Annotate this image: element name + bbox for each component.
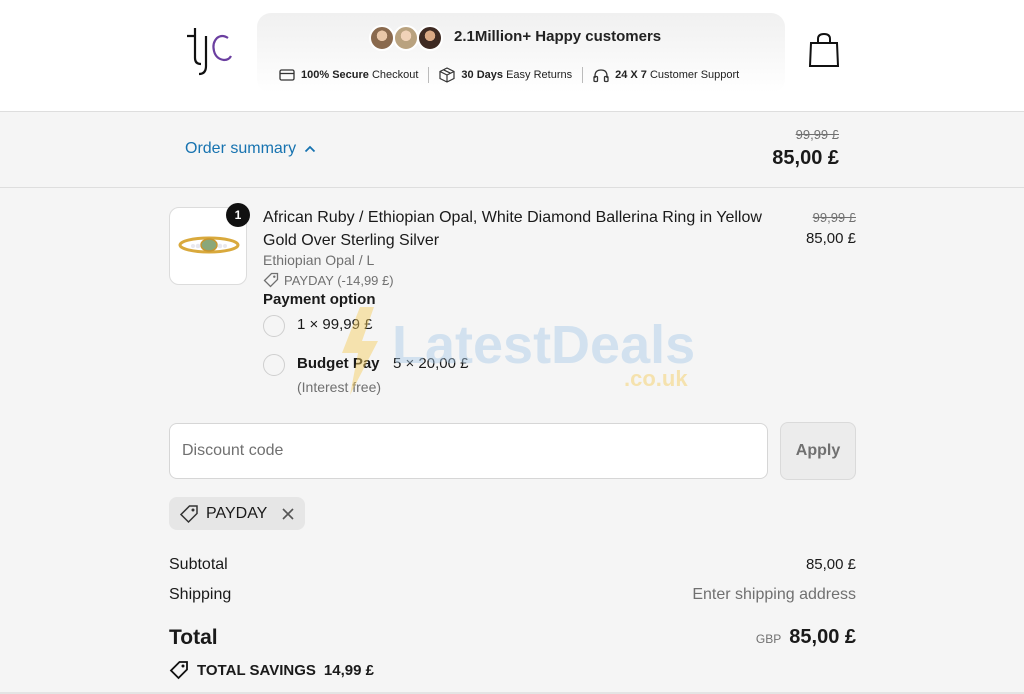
savings-label: TOTAL SAVINGS [197,661,316,679]
applied-code-chip: PAYDAY [169,497,306,530]
total-label: Total [169,626,218,649]
trust-badges: 100% Secure Checkout 30 Days Easy Return… [279,67,739,83]
savings-value: 14,99 £ [323,661,374,679]
box-icon [439,67,456,83]
trust-bold: 24 X 7 [615,69,647,81]
trust-bold: 30 Days [461,69,504,81]
avatar [417,25,443,51]
shipping-label: Shipping [169,586,232,603]
avatar [369,25,395,51]
shipping-value: Enter shipping address [692,586,856,603]
latestdeals-watermark: LatestDeals .co.uk [342,307,695,395]
total-amount-group: GBP 85,00 £ [756,626,856,649]
order-summary-toggle[interactable]: Order summary [185,140,316,158]
product-variant: Ethiopian Opal / L [263,252,375,268]
discount-note: PAYDAY (-14,99 £) [284,272,394,288]
summary-total-price: 85,00 £ [772,147,839,169]
trust-banner: 2.1Million+ Happy customers 100% Secure … [257,13,785,93]
product-name: African Ruby / Ethiopian Opal, White Dia… [263,209,762,249]
trust-text: Checkout [368,69,419,81]
summary-original-price: 99,99 £ [795,127,839,142]
order-summary-label: Order summary [185,140,297,157]
headset-icon [593,68,609,82]
site-header: 2.1Million+ Happy customers 100% Secure … [0,0,1024,112]
shopping-bag-icon[interactable] [808,32,840,68]
order-summary-bar: Order summary 99,99 £ 85,00 £ [0,112,1024,188]
trust-text: Customer Support [646,69,740,81]
quantity-badge: 1 [226,203,250,227]
tag-icon [179,504,198,523]
trust-bold: 100% Secure [301,69,369,81]
divider [582,67,584,83]
radio-budget-pay[interactable] [263,354,285,376]
product-discount: PAYDAY (-14,99 £) [263,272,394,288]
trust-text: Easy Returns [503,69,573,81]
customer-support-badge: 24 X 7 Customer Support [593,68,739,83]
product-original-price: 99,99 £ [812,210,856,225]
product-price: 85,00 £ [805,230,856,247]
tag-icon [263,272,279,288]
remove-code-button[interactable] [281,507,295,521]
watermark-subtext: .co.uk [624,366,688,391]
easy-returns-badge: 30 Days Easy Returns [439,67,572,83]
subtotal-value: 85,00 £ [805,556,856,573]
total-savings: TOTAL SAVINGS 14,99 £ [169,660,374,680]
savings-tag-icon [169,661,188,680]
radio-pay-full[interactable] [263,315,285,337]
total-amount: 85,00 £ [789,626,856,648]
tjc-logo[interactable] [184,24,236,76]
close-icon [282,507,294,520]
chevron-up-icon [304,145,316,153]
avatar [393,25,419,51]
discount-code-input[interactable] [169,423,768,479]
apply-button[interactable]: Apply [780,422,856,480]
secure-checkout-badge: 100% Secure Checkout [279,69,418,81]
currency-code: GBP [755,632,782,646]
happy-customers-text: 2.1Million+ Happy customers [454,28,662,45]
divider [428,67,430,83]
card-icon [279,69,295,81]
subtotal-label: Subtotal [169,556,228,573]
applied-code-label: PAYDAY [206,504,268,522]
